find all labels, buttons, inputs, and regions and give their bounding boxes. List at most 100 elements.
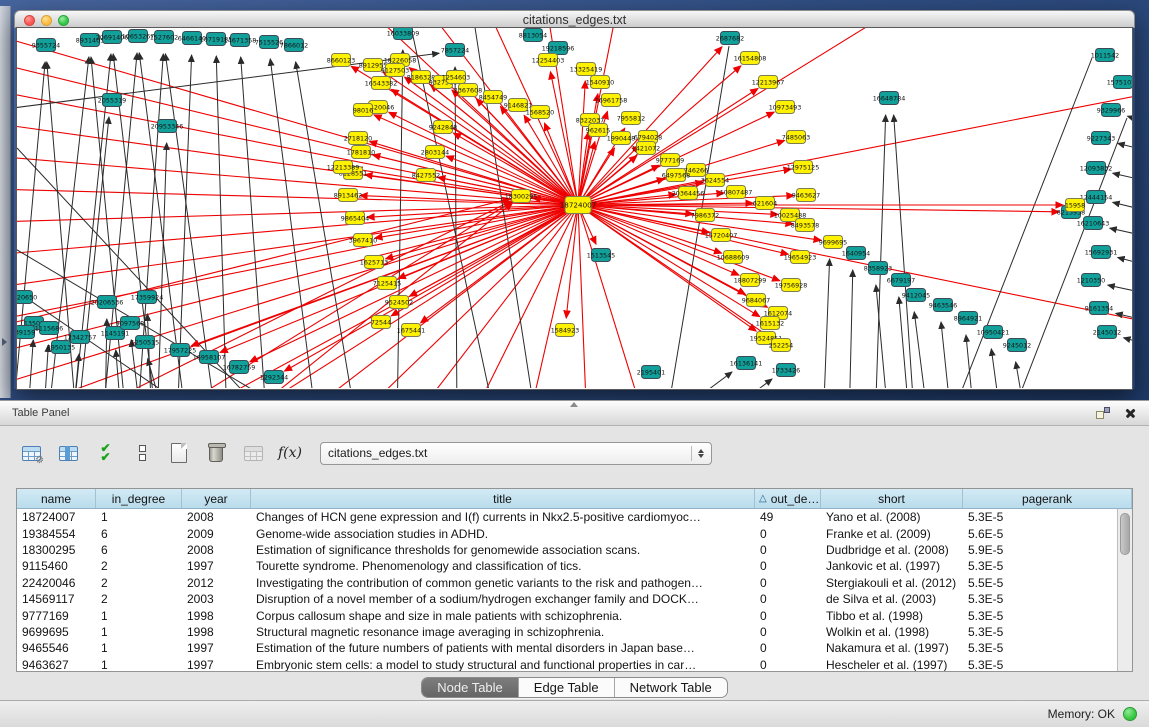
svg-text:16136141: 16136141 xyxy=(730,359,763,367)
column-header-in-degree[interactable]: in_degree xyxy=(96,489,182,508)
svg-text:10950421: 10950421 xyxy=(977,328,1010,336)
column-header-short[interactable]: short xyxy=(821,489,963,508)
column-header-year[interactable]: year xyxy=(182,489,251,508)
svg-text:1675441: 1675441 xyxy=(397,326,425,334)
network-window-title: citations_edges.txt xyxy=(15,13,1134,27)
table-cell: 0 xyxy=(755,592,821,606)
svg-text:9245012: 9245012 xyxy=(1003,341,1031,349)
table-row[interactable]: 1456911722003Disruption of a novel membe… xyxy=(17,591,1132,607)
svg-text:1625713: 1625713 xyxy=(360,258,388,266)
svg-text:7857224: 7857224 xyxy=(441,46,469,54)
unselect-rows-icon[interactable] xyxy=(129,440,155,466)
dropdown-arrows-icon xyxy=(698,449,704,458)
table-row[interactable]: 2242004622012Investigating the contribut… xyxy=(17,575,1132,591)
table-cell: 2 xyxy=(96,559,182,573)
svg-text:8358923: 8358923 xyxy=(864,264,892,272)
svg-text:1011542: 1011542 xyxy=(1091,51,1119,59)
table-cell: 2009 xyxy=(182,527,251,541)
svg-text:1210350: 1210350 xyxy=(1077,276,1105,284)
svg-text:9329966: 9329966 xyxy=(1097,106,1125,114)
table-row[interactable]: 946554611997Estimation of the future num… xyxy=(17,640,1132,656)
svg-text:621604: 621604 xyxy=(753,199,777,207)
table-cell: 5.6E-5 xyxy=(963,527,1132,541)
table-cell: Franke et al. (2009) xyxy=(821,527,963,541)
svg-text:10973493: 10973493 xyxy=(769,103,802,111)
table-cell: Hescheler et al. (1997) xyxy=(821,658,963,671)
table-panel-header[interactable]: Table Panel xyxy=(0,400,1149,426)
svg-text:1527602: 1527602 xyxy=(150,33,178,41)
table-cell: 19384554 xyxy=(17,527,96,541)
svg-text:1568520: 1568520 xyxy=(526,108,554,116)
table-cell: 5.3E-5 xyxy=(963,625,1132,639)
table-cell: Dudbridge et al. (2008) xyxy=(821,543,963,557)
table-cell: Estimation of significance thresholds fo… xyxy=(251,543,755,557)
table-cell: 1 xyxy=(96,658,182,671)
table-settings-icon[interactable]: ⚙ xyxy=(18,440,44,466)
svg-text:19756928: 19756928 xyxy=(775,281,808,289)
column-header-name[interactable]: name xyxy=(17,489,96,508)
svg-text:16210643: 16210643 xyxy=(1077,219,1110,227)
svg-text:9524502: 9524502 xyxy=(385,298,413,306)
svg-text:12213389: 12213389 xyxy=(327,163,360,171)
table-row[interactable]: 911546021997Tourette syndrome. Phenomeno… xyxy=(17,558,1132,574)
table-row[interactable]: 946362711997Embryonic stem cells: a mode… xyxy=(17,657,1132,671)
svg-text:1615132: 1615132 xyxy=(756,319,784,327)
table-row[interactable]: 1872400712008Changes of HCN gene express… xyxy=(17,509,1132,525)
table-cell: Tourette syndrome. Phenomenology and cla… xyxy=(251,559,755,573)
tab-edge-table[interactable]: Edge Table xyxy=(518,678,614,697)
svg-text:15720407: 15720407 xyxy=(705,231,738,239)
side-panel-handle[interactable] xyxy=(0,6,11,398)
table-cell: 0 xyxy=(755,658,821,671)
svg-text:15958: 15958 xyxy=(1065,201,1085,209)
close-panel-icon[interactable] xyxy=(1124,407,1137,420)
svg-text:19218596: 19218596 xyxy=(542,44,575,52)
column-header-pagerank[interactable]: pagerank xyxy=(963,489,1132,508)
new-table-icon[interactable] xyxy=(166,440,192,466)
svg-text:14671358: 14671358 xyxy=(224,36,257,44)
show-columns-icon[interactable] xyxy=(55,440,81,466)
table-select-value: citations_edges.txt xyxy=(328,446,691,460)
column-header-title[interactable]: title xyxy=(251,489,755,508)
memory-status-label: Memory: OK xyxy=(1048,707,1115,721)
svg-text:2718120: 2718120 xyxy=(344,134,372,142)
table-body: 1872400712008Changes of HCN gene express… xyxy=(17,509,1132,671)
table-cell: Embryonic stem cells: a model to study s… xyxy=(251,658,755,671)
table-panel: Table Panel ⚙ ✔✔ f(x) citations_edges.tx… xyxy=(0,400,1149,727)
table-vertical-scrollbar[interactable] xyxy=(1117,509,1132,671)
table-select-dropdown[interactable]: citations_edges.txt xyxy=(320,442,712,465)
splitter-arrow-icon[interactable] xyxy=(570,402,578,407)
import-table-icon-disabled xyxy=(240,440,266,466)
table-row[interactable]: 1938455462009Genome-wide association stu… xyxy=(17,525,1132,541)
svg-text:18807299: 18807299 xyxy=(734,276,767,284)
svg-text:1990448: 1990448 xyxy=(607,134,635,142)
network-canvas[interactable]: 9355724893140520691406106532671527602646… xyxy=(17,28,1132,389)
svg-text:9242848: 9242848 xyxy=(429,123,457,131)
svg-text:1115686: 1115686 xyxy=(35,324,63,332)
svg-text:16782759: 16782759 xyxy=(223,363,256,371)
svg-text:8660123: 8660123 xyxy=(327,56,355,64)
network-view-window[interactable]: citations_edges.txt 93557248931405206914… xyxy=(14,10,1135,389)
svg-text:1733426: 1733426 xyxy=(772,366,800,374)
svg-text:13325419: 13325419 xyxy=(570,65,603,73)
function-builder-icon[interactable]: f(x) xyxy=(277,440,303,466)
table-cell: 22420046 xyxy=(17,576,96,590)
delete-table-icon[interactable] xyxy=(203,440,229,466)
svg-text:1513545: 1513545 xyxy=(587,251,615,259)
table-cell: 1 xyxy=(96,510,182,524)
table-cell: 9115460 xyxy=(17,559,96,573)
citation-network-graph[interactable]: 9355724893140520691406106532671527602646… xyxy=(17,28,1132,388)
network-window-titlebar[interactable]: citations_edges.txt xyxy=(14,10,1135,28)
float-window-icon[interactable] xyxy=(1096,407,1110,420)
svg-text:9161354: 9161354 xyxy=(1085,304,1113,312)
select-all-icon[interactable]: ✔✔ xyxy=(92,440,118,466)
scrollbar-thumb[interactable] xyxy=(1120,513,1130,555)
table-row[interactable]: 969969511998Structural magnetic resonanc… xyxy=(17,624,1132,640)
tab-network-table[interactable]: Network Table xyxy=(614,678,727,697)
column-header-out-de-[interactable]: △out_de… xyxy=(755,489,821,508)
table-row[interactable]: 1830029562008Estimation of significance … xyxy=(17,542,1132,558)
tab-node-table[interactable]: Node Table xyxy=(422,678,518,697)
table-cell: 5.9E-5 xyxy=(963,543,1132,557)
table-row[interactable]: 977716911998Corpus callosum shape and si… xyxy=(17,607,1132,623)
table-cell: 14569117 xyxy=(17,592,96,606)
svg-text:18300295: 18300295 xyxy=(505,192,538,200)
